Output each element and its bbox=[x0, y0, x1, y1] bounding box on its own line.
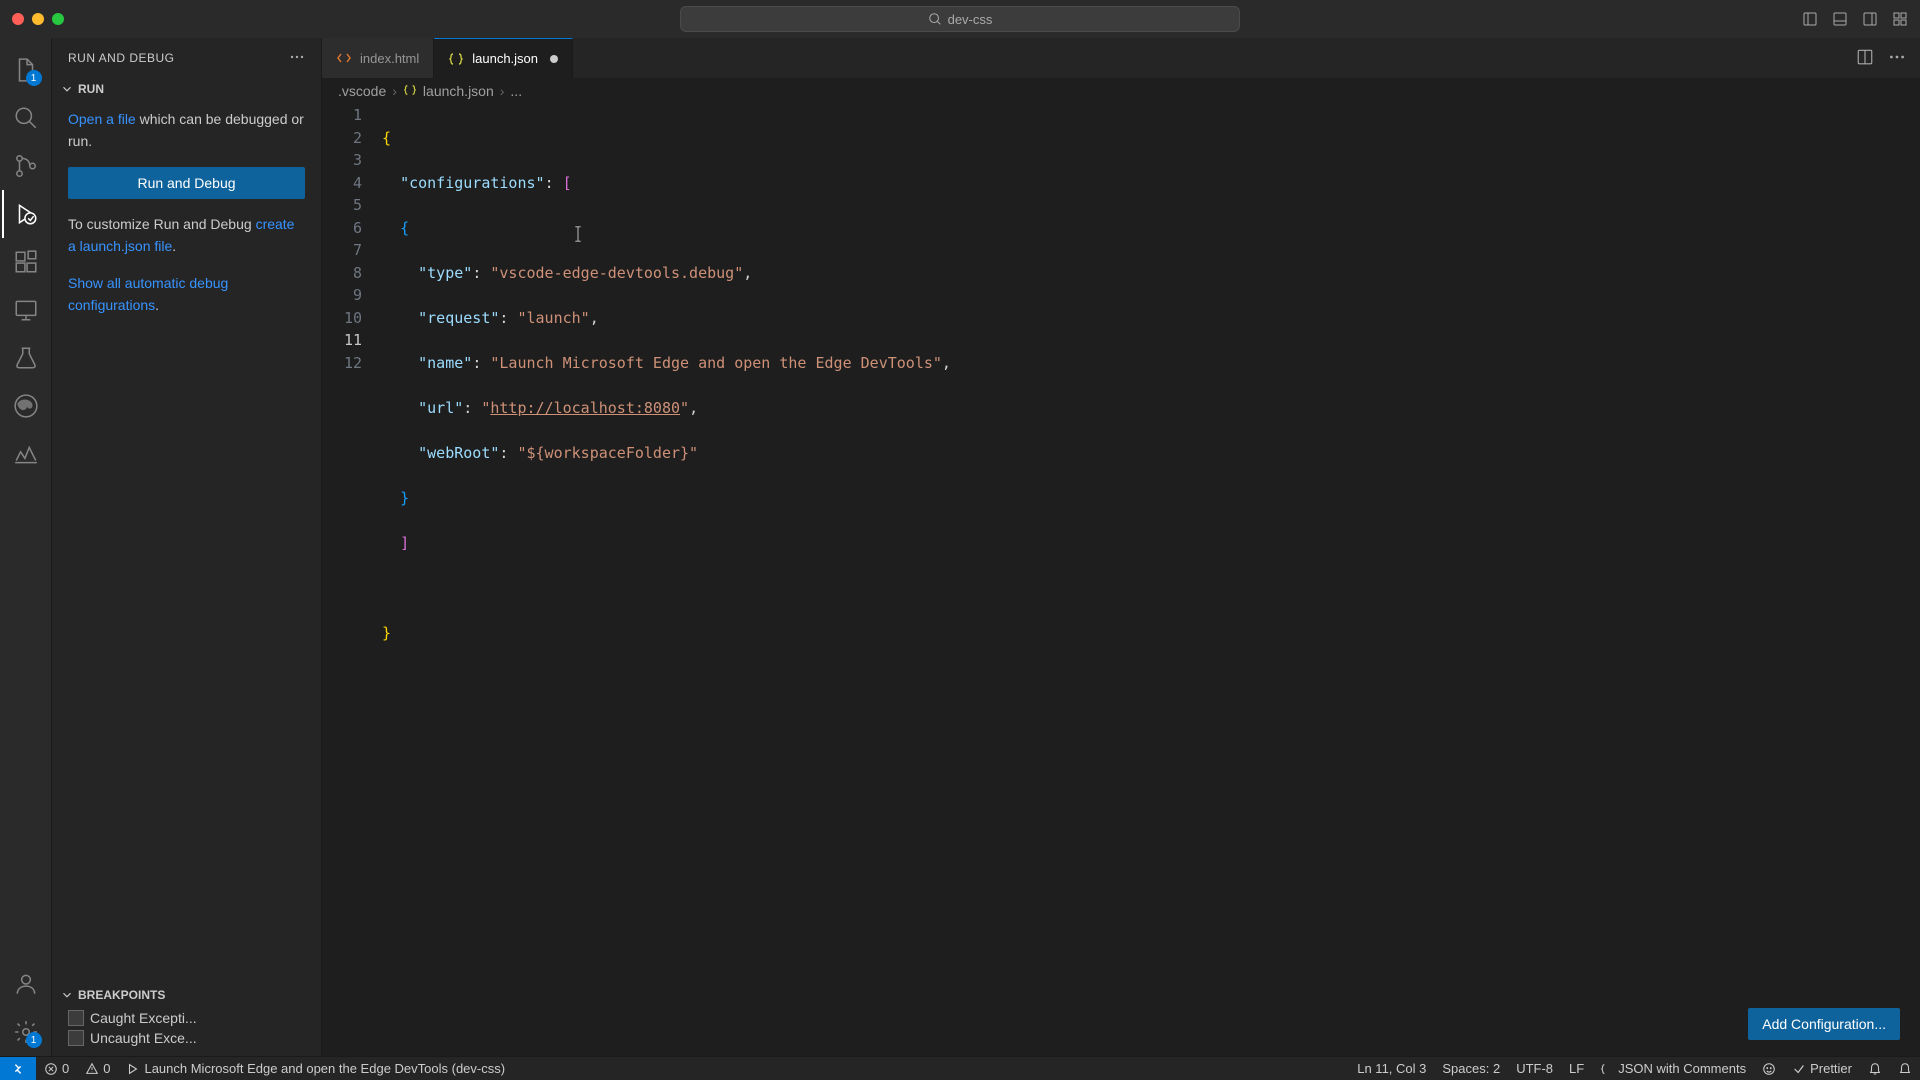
status-bell2[interactable] bbox=[1890, 1062, 1920, 1076]
chevron-right-icon: › bbox=[392, 83, 397, 99]
checkbox[interactable] bbox=[68, 1010, 84, 1026]
bell-icon bbox=[1868, 1062, 1882, 1076]
run-section-header[interactable]: RUN bbox=[52, 78, 321, 100]
run-and-debug-button[interactable]: Run and Debug bbox=[68, 167, 305, 199]
breadcrumb-segment[interactable]: launch.json bbox=[423, 83, 494, 99]
sidebar: RUN AND DEBUG RUN Open a file which can … bbox=[52, 38, 322, 1056]
json-icon bbox=[1600, 1062, 1614, 1076]
tab-bar: index.html launch.json bbox=[322, 38, 1920, 78]
titlebar: dev-css bbox=[0, 0, 1920, 38]
breadcrumb[interactable]: .vscode › launch.json › ... bbox=[322, 78, 1920, 104]
activity-accounts[interactable] bbox=[2, 960, 50, 1008]
checkbox[interactable] bbox=[68, 1030, 84, 1046]
split-editor-icon[interactable] bbox=[1856, 48, 1874, 69]
open-file-text: Open a file which can be debugged or run… bbox=[68, 108, 305, 153]
toggle-secondary-sidebar-icon[interactable] bbox=[1862, 11, 1878, 27]
status-warnings[interactable]: 0 bbox=[77, 1057, 118, 1080]
minimize-window-button[interactable] bbox=[32, 13, 44, 25]
activity-source-control[interactable] bbox=[2, 142, 50, 190]
breakpoint-label: Caught Excepti... bbox=[90, 1010, 197, 1026]
open-file-link[interactable]: Open a file bbox=[68, 111, 136, 127]
chevron-down-icon bbox=[60, 82, 74, 96]
remote-indicator[interactable] bbox=[0, 1057, 36, 1080]
command-center-text: dev-css bbox=[948, 12, 993, 27]
activity-extensions[interactable] bbox=[2, 238, 50, 286]
breakpoints-list: Caught Excepti... Uncaught Exce... bbox=[52, 1006, 321, 1056]
tab-label: launch.json bbox=[472, 51, 538, 66]
add-configuration-button[interactable]: Add Configuration... bbox=[1748, 1008, 1900, 1040]
activity-other[interactable] bbox=[2, 430, 50, 478]
breakpoints-label: BREAKPOINTS bbox=[78, 988, 165, 1002]
activity-remote-explorer[interactable] bbox=[2, 286, 50, 334]
search-icon bbox=[928, 12, 942, 26]
tab-launch-json[interactable]: launch.json bbox=[434, 38, 573, 78]
period1: . bbox=[172, 238, 176, 254]
maximize-window-button[interactable] bbox=[52, 13, 64, 25]
breakpoint-label: Uncaught Exce... bbox=[90, 1030, 197, 1046]
status-eol[interactable]: LF bbox=[1561, 1061, 1592, 1076]
bell-icon bbox=[1898, 1062, 1912, 1076]
window-controls bbox=[12, 13, 64, 25]
customize-prefix: To customize Run and Debug bbox=[68, 216, 256, 232]
code-content[interactable]: { "configurations": [ { "type": "vscode-… bbox=[382, 104, 1920, 1056]
breakpoint-item[interactable]: Uncaught Exce... bbox=[60, 1028, 313, 1048]
breakpoint-item[interactable]: Caught Excepti... bbox=[60, 1008, 313, 1028]
run-panel-content: Open a file which can be debugged or run… bbox=[52, 100, 321, 324]
breadcrumb-segment[interactable]: .vscode bbox=[338, 83, 386, 99]
period2: . bbox=[155, 297, 159, 313]
more-actions-icon[interactable] bbox=[1888, 48, 1906, 69]
sidebar-title: RUN AND DEBUG bbox=[68, 51, 175, 65]
settings-badge: 1 bbox=[26, 1032, 42, 1048]
status-encoding[interactable]: UTF-8 bbox=[1508, 1061, 1561, 1076]
show-all-configs-link[interactable]: Show all automatic debug configurations bbox=[68, 275, 228, 313]
activity-search[interactable] bbox=[2, 94, 50, 142]
feedback-icon bbox=[1762, 1062, 1776, 1076]
layout-controls bbox=[1802, 11, 1908, 27]
status-feedback[interactable] bbox=[1754, 1062, 1784, 1076]
customize-text: To customize Run and Debug create a laun… bbox=[68, 213, 305, 258]
breadcrumb-segment[interactable]: ... bbox=[510, 83, 522, 99]
activity-settings[interactable]: 1 bbox=[2, 1008, 50, 1056]
status-language[interactable]: JSON with Comments bbox=[1592, 1061, 1754, 1076]
activity-run-debug[interactable] bbox=[2, 190, 50, 238]
code-editor[interactable]: 1 2 3 4 5 6 7 8 9 10 11 12 { "configurat… bbox=[322, 104, 1920, 1056]
activity-edge-tools[interactable] bbox=[2, 382, 50, 430]
chevron-right-icon: › bbox=[500, 83, 505, 99]
status-debug-config[interactable]: Launch Microsoft Edge and open the Edge … bbox=[118, 1057, 513, 1080]
close-window-button[interactable] bbox=[12, 13, 24, 25]
editor-area: index.html launch.json .vscode › launch.… bbox=[322, 38, 1920, 1056]
chevron-down-icon bbox=[60, 988, 74, 1002]
status-bar: 0 0 Launch Microsoft Edge and open the E… bbox=[0, 1056, 1920, 1080]
status-notifications[interactable] bbox=[1860, 1062, 1890, 1076]
json-file-icon bbox=[403, 83, 417, 100]
activity-bar: 1 1 bbox=[0, 38, 52, 1056]
json-file-icon bbox=[448, 51, 464, 67]
explorer-badge: 1 bbox=[26, 70, 42, 86]
toggle-primary-sidebar-icon[interactable] bbox=[1802, 11, 1818, 27]
status-indentation[interactable]: Spaces: 2 bbox=[1434, 1061, 1508, 1076]
dirty-indicator-icon bbox=[550, 55, 558, 63]
activity-explorer[interactable]: 1 bbox=[2, 46, 50, 94]
debug-icon bbox=[126, 1062, 140, 1076]
run-section-label: RUN bbox=[78, 82, 104, 96]
line-numbers: 1 2 3 4 5 6 7 8 9 10 11 12 bbox=[322, 104, 382, 1056]
status-errors[interactable]: 0 bbox=[36, 1057, 77, 1080]
customize-layout-icon[interactable] bbox=[1892, 11, 1908, 27]
command-center[interactable]: dev-css bbox=[680, 6, 1240, 32]
tab-actions bbox=[1856, 48, 1920, 69]
tab-index-html[interactable]: index.html bbox=[322, 38, 434, 78]
breakpoints-section-header[interactable]: BREAKPOINTS bbox=[52, 984, 321, 1006]
sidebar-more-icon[interactable] bbox=[289, 49, 305, 68]
status-prettier[interactable]: Prettier bbox=[1784, 1061, 1860, 1076]
tab-label: index.html bbox=[360, 51, 419, 66]
html-file-icon bbox=[336, 50, 352, 66]
warning-icon bbox=[85, 1062, 99, 1076]
status-cursor-position[interactable]: Ln 11, Col 3 bbox=[1349, 1061, 1434, 1076]
sidebar-header: RUN AND DEBUG bbox=[52, 38, 321, 78]
toggle-panel-icon[interactable] bbox=[1832, 11, 1848, 27]
error-icon bbox=[44, 1062, 58, 1076]
show-all-text: Show all automatic debug configurations. bbox=[68, 272, 305, 317]
check-icon bbox=[1792, 1062, 1806, 1076]
activity-testing[interactable] bbox=[2, 334, 50, 382]
